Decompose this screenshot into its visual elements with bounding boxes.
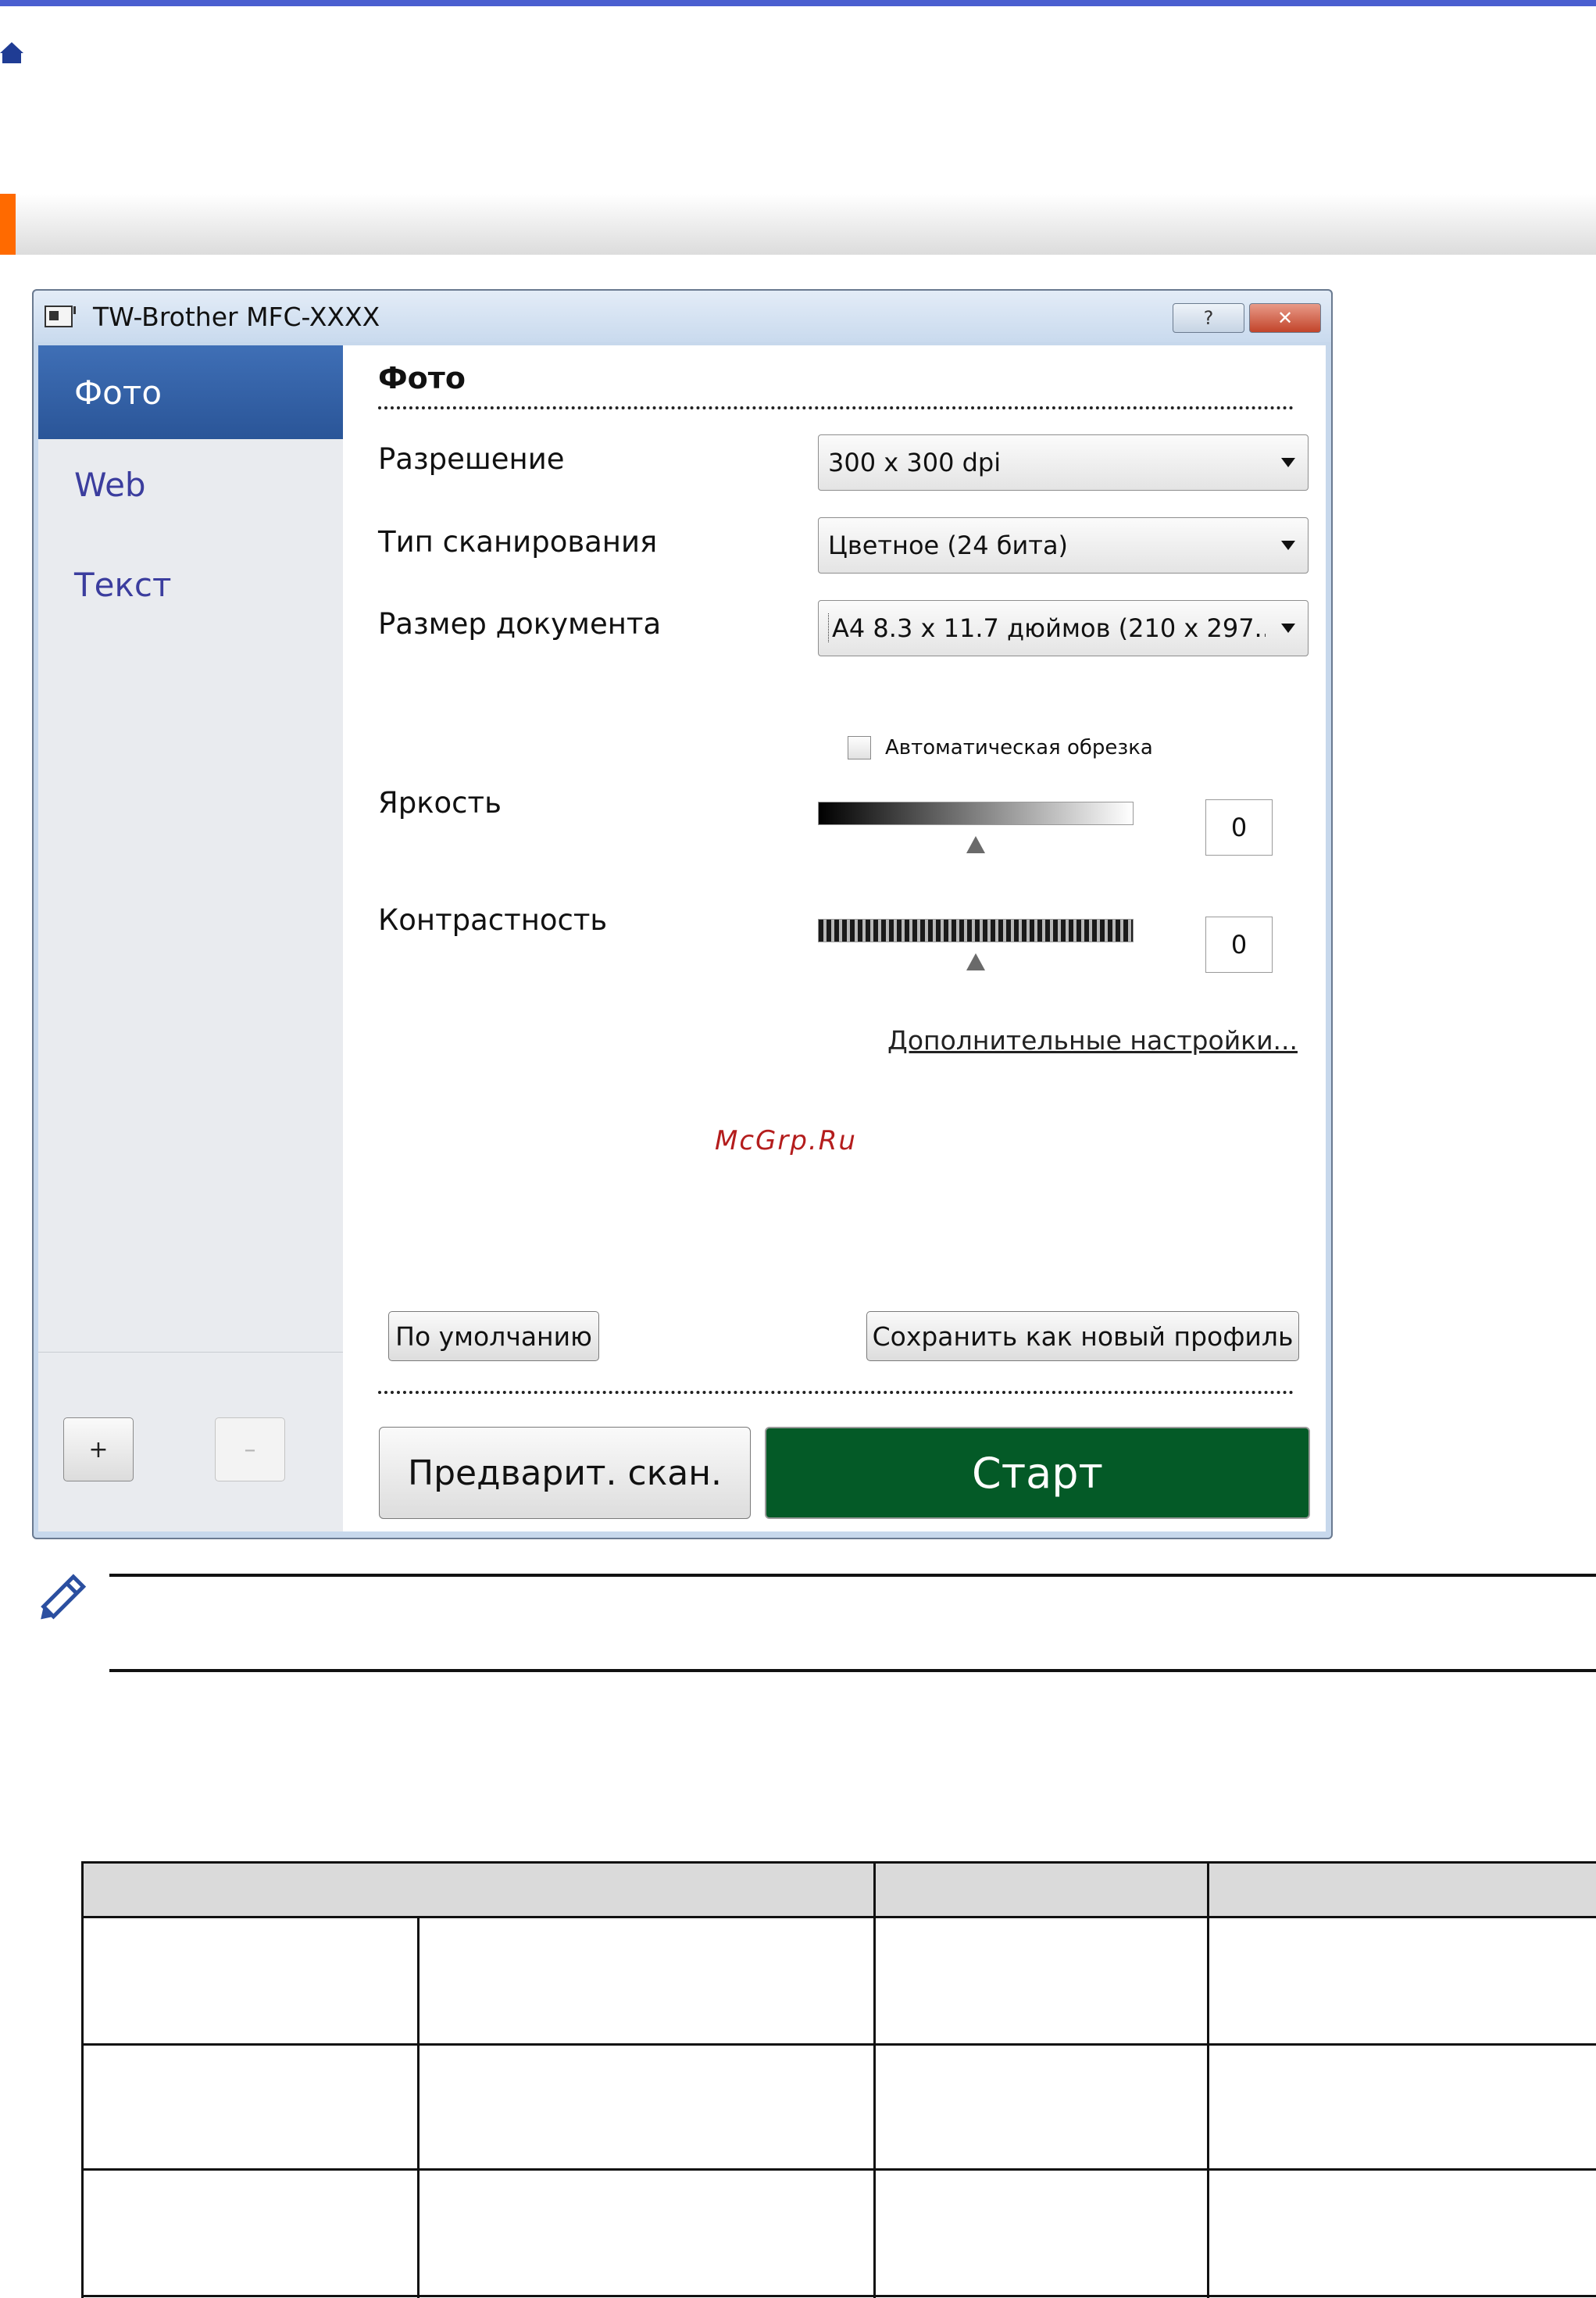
table-column-divider bbox=[873, 1864, 876, 2298]
window-title: TW-Brother MFC-XXXX bbox=[93, 302, 380, 332]
note-bottom-rule bbox=[109, 1669, 1596, 1672]
scan-type-dropdown[interactable]: Цветное (24 бита) bbox=[818, 517, 1309, 574]
watermark-text: McGrp.Ru bbox=[715, 1125, 857, 1156]
table-column-divider bbox=[1207, 1864, 1209, 2298]
resolution-value: 300 x 300 dpi bbox=[828, 448, 1002, 477]
default-button[interactable]: По умолчанию bbox=[388, 1311, 599, 1361]
section-header-bar bbox=[0, 194, 1596, 255]
resolution-dropdown[interactable]: 300 x 300 dpi bbox=[818, 434, 1309, 491]
scanner-app-icon bbox=[45, 306, 76, 327]
settings-table bbox=[81, 1861, 1596, 2298]
resolution-label: Разрешение bbox=[378, 442, 565, 476]
brightness-label: Яркость bbox=[378, 786, 502, 820]
chevron-down-icon bbox=[1281, 541, 1295, 550]
sidebar-divider bbox=[38, 1352, 343, 1353]
contrast-label: Контрастность bbox=[378, 903, 608, 937]
brightness-value-field[interactable]: 0 bbox=[1205, 799, 1273, 856]
contrast-value-field[interactable]: 0 bbox=[1205, 917, 1273, 973]
document-size-label: Размер документа bbox=[378, 607, 662, 641]
home-icon[interactable] bbox=[0, 38, 23, 69]
document-size-value: A4 8.3 x 11.7 дюймов (210 x 297... bbox=[828, 613, 1266, 643]
contrast-slider[interactable] bbox=[818, 919, 1134, 942]
prescan-button[interactable]: Предварит. скан. bbox=[379, 1427, 751, 1519]
add-profile-button[interactable]: + bbox=[63, 1417, 134, 1481]
brightness-slider-thumb[interactable] bbox=[966, 836, 985, 853]
auto-crop-checkbox[interactable] bbox=[848, 736, 871, 759]
contrast-slider-thumb[interactable] bbox=[966, 953, 985, 970]
save-new-profile-button[interactable]: Сохранить как новый профиль bbox=[866, 1311, 1299, 1361]
remove-profile-button[interactable]: – bbox=[215, 1417, 285, 1481]
bottom-dotted-divider bbox=[378, 1391, 1294, 1394]
sidebar-item-photo[interactable]: Фото bbox=[38, 345, 343, 439]
sidebar-item-text[interactable]: Текст bbox=[38, 545, 343, 624]
sidebar-item-web[interactable]: Web bbox=[38, 445, 343, 524]
table-row-divider bbox=[84, 2168, 1596, 2171]
scan-type-value: Цветное (24 бита) bbox=[828, 531, 1069, 560]
scan-type-label: Тип сканирования bbox=[378, 525, 658, 559]
note-top-rule bbox=[109, 1574, 1596, 1577]
table-column-divider bbox=[417, 1918, 420, 2298]
start-button[interactable]: Старт bbox=[765, 1427, 1310, 1519]
top-dotted-divider bbox=[378, 406, 1294, 409]
scan-dialog: TW-Brother MFC-XXXX ? ✕ Фото Web Текст +… bbox=[32, 289, 1333, 1539]
table-row-divider bbox=[84, 2295, 1596, 2297]
help-button[interactable]: ? bbox=[1173, 303, 1244, 333]
advanced-settings-link[interactable]: Дополнительные настройки... bbox=[887, 1025, 1298, 1056]
top-accent-bar bbox=[0, 0, 1596, 6]
profile-sidebar: Фото Web Текст + – bbox=[38, 345, 343, 1531]
document-size-dropdown[interactable]: A4 8.3 x 11.7 дюймов (210 x 297... bbox=[818, 600, 1309, 656]
chevron-down-icon bbox=[1281, 458, 1295, 467]
section-accent bbox=[0, 194, 16, 255]
close-button[interactable]: ✕ bbox=[1249, 303, 1321, 333]
panel-title: Фото bbox=[378, 361, 466, 395]
chevron-down-icon bbox=[1281, 624, 1295, 633]
table-row-divider bbox=[84, 2043, 1596, 2046]
table-header-row bbox=[84, 1864, 1596, 1918]
settings-panel: Фото Разрешение 300 x 300 dpi Тип сканир… bbox=[343, 345, 1326, 1531]
pencil-icon bbox=[41, 1574, 87, 1620]
auto-crop-label: Автоматическая обрезка bbox=[885, 736, 1153, 759]
brightness-slider[interactable] bbox=[818, 802, 1134, 825]
title-bar: TW-Brother MFC-XXXX ? ✕ bbox=[34, 291, 1331, 342]
